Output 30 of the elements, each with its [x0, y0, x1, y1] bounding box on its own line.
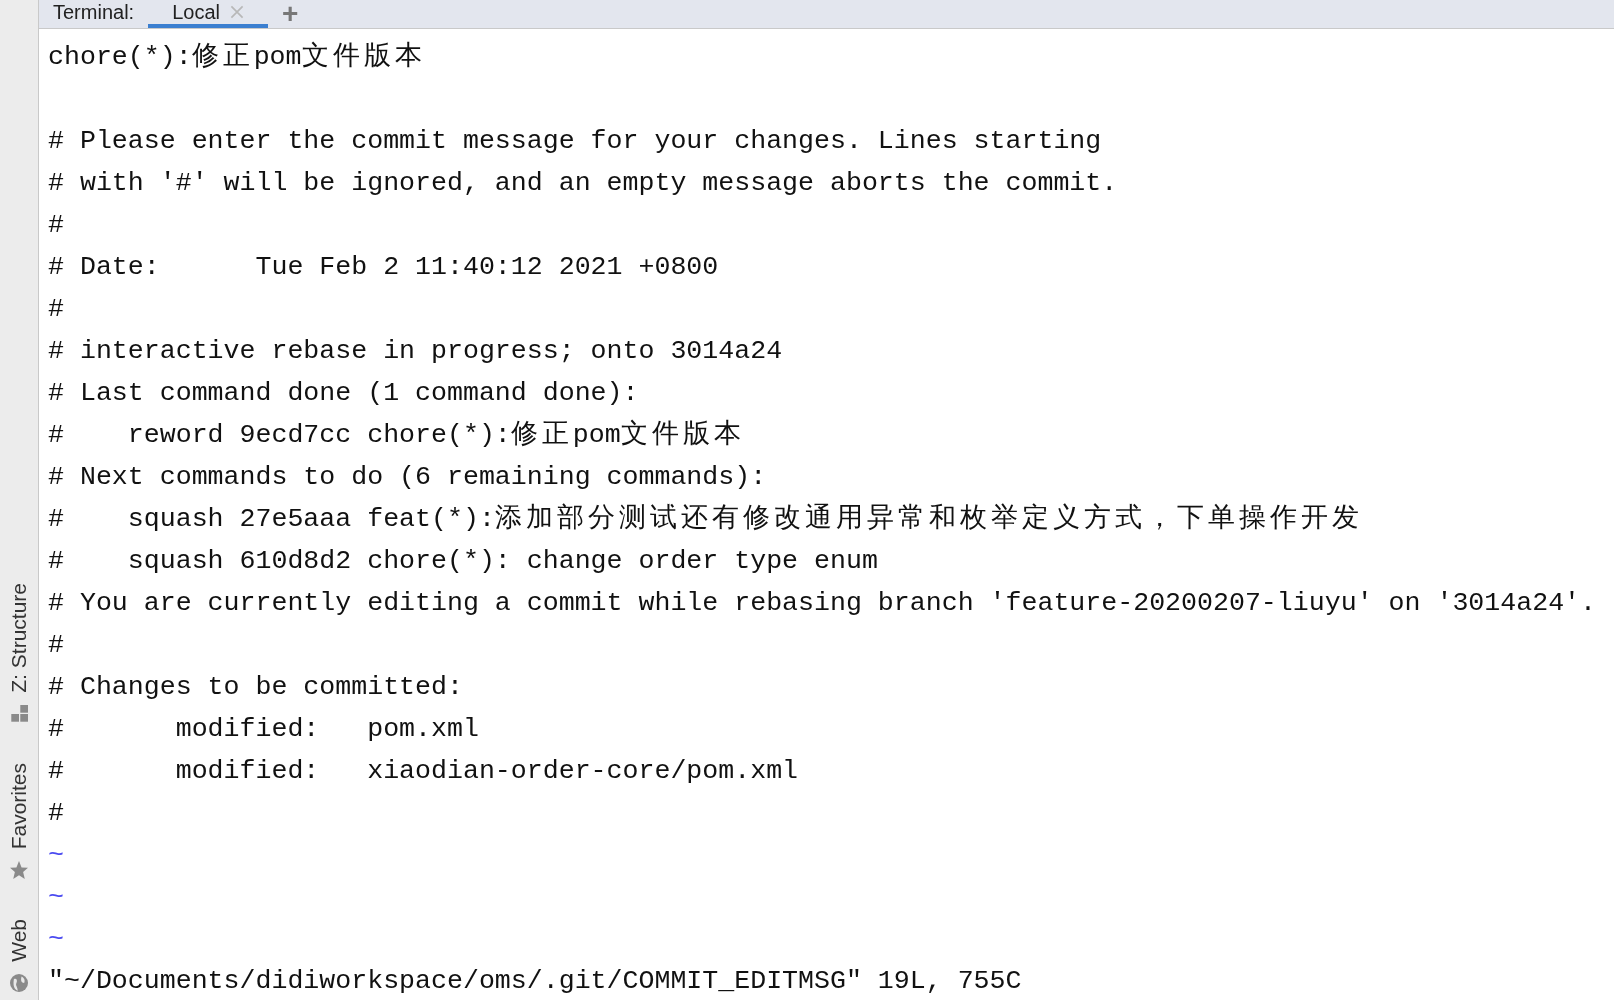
- grid-icon: [10, 704, 28, 723]
- terminal-line: #: [48, 797, 64, 830]
- star-icon: [10, 861, 28, 880]
- status-line: "~/Documents/didiworkspace/oms/.git/COMMIT_EDITMSG" 19L, 755C: [48, 965, 1022, 998]
- terminal-line: # Next commands to do (6 remaining commands):: [48, 461, 767, 494]
- terminal-line: # Last command done (1 command done):: [48, 377, 639, 410]
- empty-line-marker: ~: [48, 923, 64, 956]
- terminal-line: # You are currently editing a commit while rebasing branch 'feature-20200207-liuyu' on '3014a24'.: [48, 587, 1596, 620]
- tool-window-button[interactable]: Favorites: [7, 762, 31, 850]
- terminal-line: # modified: xiaodian-order-core/pom.xml: [48, 755, 799, 788]
- terminal-line: #: [48, 209, 64, 242]
- empty-line-marker: ~: [48, 839, 64, 872]
- terminal-line: # interactive rebase in progress; onto 3014a24: [48, 335, 783, 368]
- terminal-line: # modified: pom.xml: [48, 713, 479, 746]
- terminal-line: # squash 27e5aaa feat(*):添加部分测试还有修改通用异常和枚举定义方式，下单操作开发: [48, 503, 1363, 536]
- tool-window-button[interactable]: Web: [7, 919, 31, 962]
- globe-icon: [10, 974, 28, 992]
- terminal-line: #: [48, 293, 64, 326]
- add-tab-button[interactable]: +: [273, 0, 307, 28]
- tool-window-button[interactable]: Z: Structure: [7, 583, 31, 693]
- empty-line-marker: ~: [48, 881, 64, 914]
- terminal-label: Terminal:: [53, 0, 135, 24]
- terminal-line: # with '#' will be ignored, and an empty message aborts the commit.: [48, 167, 1118, 200]
- terminal-line: # Changes to be committed:: [48, 671, 463, 704]
- terminal-line: # Please enter the commit message for your changes. Lines starting: [48, 125, 1102, 158]
- close-icon[interactable]: [229, 5, 244, 19]
- terminal-tab[interactable]: Local: [148, 0, 268, 28]
- terminal-line: # squash 610d8d2 chore(*): change order type enum: [48, 545, 878, 578]
- terminal-line: # Date: Tue Feb 2 11:40:12 2021 +0800: [48, 251, 719, 284]
- terminal-line: #: [48, 629, 64, 662]
